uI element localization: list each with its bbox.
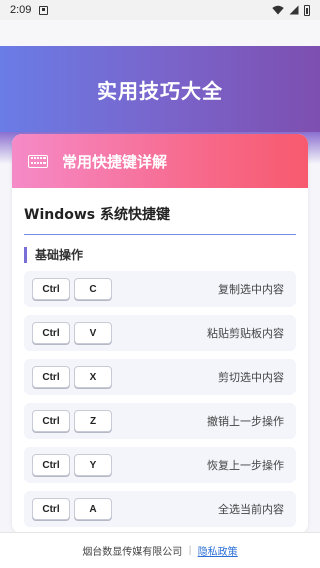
company-name: 烟台数显传媒有限公司 [82,547,183,558]
key-ctrl: Ctrl [32,498,70,520]
shortcut-row: Ctrl Z 撤销上一步操作 [24,403,296,439]
key-c: C [74,278,112,300]
card-header: 常用快捷键详解 [12,134,308,188]
page-title: 实用技巧大全 [97,78,223,103]
shortcut-list: Ctrl C 复制选中内容 Ctrl V 粘贴剪贴板内容 Ctrl X 剪切选中… [12,271,308,527]
key-y: Y [74,454,112,476]
key-x: X [74,366,112,388]
keyboard-icon [28,154,48,168]
shortcut-desc: 撤销上一步操作 [207,415,284,428]
key-z: Z [74,410,112,432]
privacy-policy-link[interactable]: 隐私政策 [198,543,238,558]
shortcut-desc: 复制选中内容 [218,283,284,296]
top-spacer [0,20,320,46]
key-a: A [74,498,112,520]
hero-banner: 实用技巧大全 [0,46,320,132]
shortcut-row: Ctrl V 粘贴剪贴板内容 [24,315,296,351]
shortcut-row: Ctrl C 复制选中内容 [24,271,296,307]
card-header-title: 常用快捷键详解 [62,152,168,171]
shortcut-desc: 粘贴剪贴板内容 [207,327,284,340]
sub-heading: 基础操作 [24,247,296,263]
key-ctrl: Ctrl [32,410,70,432]
wifi-icon [272,5,284,15]
shortcut-row: Ctrl X 剪切选中内容 [24,359,296,395]
battery-icon [304,4,310,16]
footer-divider: | [188,545,192,556]
shortcut-row: Ctrl A 全选当前内容 [24,491,296,527]
key-ctrl: Ctrl [32,278,70,300]
shortcuts-card: 常用快捷键详解 Windows 系统快捷键 基础操作 Ctrl C 复制选中内容… [12,134,308,534]
status-time: 2:09 [10,4,32,16]
shortcut-desc: 恢复上一步操作 [207,459,284,472]
section-title: Windows 系统快捷键 [24,204,296,235]
status-icons [272,4,310,16]
key-ctrl: Ctrl [32,322,70,344]
shortcut-row: Ctrl Y 恢复上一步操作 [24,447,296,483]
key-ctrl: Ctrl [32,366,70,388]
shortcut-desc: 全选当前内容 [218,503,284,516]
status-bar: 2:09 [0,0,320,20]
key-ctrl: Ctrl [32,454,70,476]
footer: 烟台数显传媒有限公司 | 隐私政策 [0,532,320,568]
signal-icon [289,5,299,15]
shortcut-desc: 剪切选中内容 [218,371,284,384]
notification-icon [39,5,49,15]
key-v: V [74,322,112,344]
